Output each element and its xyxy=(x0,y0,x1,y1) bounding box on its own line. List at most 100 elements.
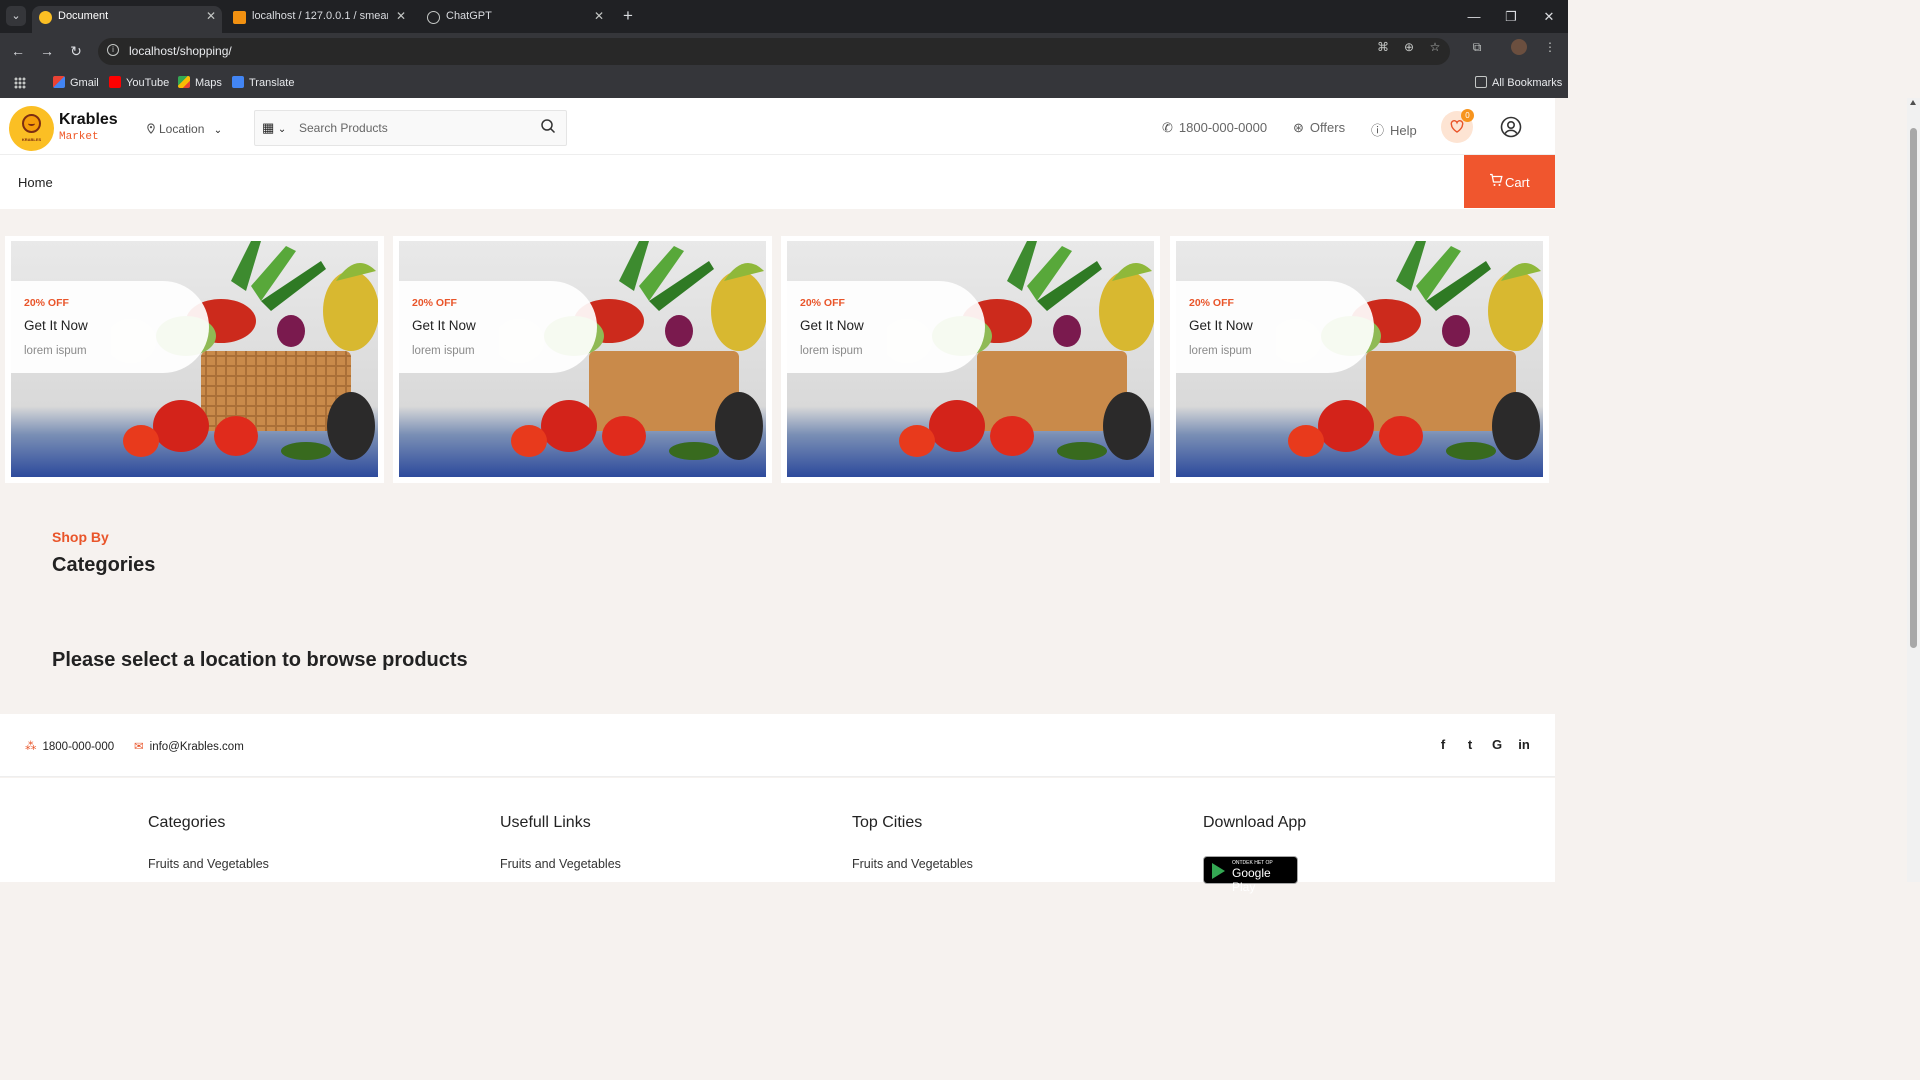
twitter-icon[interactable]: t xyxy=(1461,736,1479,754)
translate-bookmark-icon xyxy=(232,76,244,88)
search-bar: ▦ ⌄ xyxy=(254,110,567,146)
reload-icon[interactable]: ↻ xyxy=(67,41,85,61)
forward-icon[interactable]: → xyxy=(38,41,56,61)
banner-discount: 20% OFF xyxy=(24,297,69,309)
folder-icon xyxy=(1475,76,1487,88)
bookmark-maps[interactable]: Maps xyxy=(178,76,222,91)
footer-phone[interactable]: ⁂ 1800-000-000 xyxy=(25,739,114,753)
promo-banner[interactable]: 20% OFF Get It Now lorem ispum xyxy=(393,236,772,483)
search-icon[interactable] xyxy=(540,118,556,134)
banner-title: Get It Now xyxy=(412,318,476,333)
tab-strip: ⌄ Document ✕ localhost / 127.0.0.1 / sme… xyxy=(0,0,1568,33)
vegetable-basket-image: 20% OFF Get It Now lorem ispum xyxy=(399,241,766,477)
new-tab-button[interactable]: + xyxy=(620,6,636,26)
wishlist-count-badge: 0 xyxy=(1461,109,1474,122)
bookmark-youtube[interactable]: YouTube xyxy=(109,76,169,91)
tab-title: Document xyxy=(58,10,109,22)
close-window-icon[interactable]: ✕ xyxy=(1540,8,1558,26)
location-selector[interactable]: Location ⌄ xyxy=(146,122,222,136)
translate-icon[interactable]: ⌘ xyxy=(1375,39,1391,55)
site-header: KRABLES Krables Market Location ⌄ ▦ ⌄ ✆1… xyxy=(0,98,1555,155)
google-play-icon xyxy=(1212,863,1225,879)
tab-document[interactable]: Document ✕ xyxy=(32,6,222,33)
promo-banner[interactable]: 20% OFF Get It Now lorem ispum xyxy=(1170,236,1549,483)
map-pin-icon xyxy=(147,123,155,134)
account-icon[interactable] xyxy=(1500,116,1522,138)
facebook-icon[interactable]: f xyxy=(1434,736,1452,754)
close-icon[interactable]: ✕ xyxy=(594,6,604,27)
close-icon[interactable]: ✕ xyxy=(396,6,406,27)
scroll-up-icon[interactable] xyxy=(1910,100,1916,105)
section-title: Categories xyxy=(52,554,156,576)
brand-name[interactable]: Krables xyxy=(59,111,118,129)
dialpad-icon: ⁂ xyxy=(25,741,37,753)
google-icon[interactable]: G xyxy=(1488,736,1506,754)
banner-subtitle: lorem ispum xyxy=(412,345,475,357)
profile-avatar[interactable] xyxy=(1511,39,1527,55)
brand-subtitle: Market xyxy=(59,131,99,143)
menu-icon[interactable]: ⋮ xyxy=(1542,39,1558,55)
section-eyebrow: Shop By xyxy=(52,529,109,545)
cart-icon xyxy=(1490,173,1503,186)
minimize-icon[interactable]: — xyxy=(1465,8,1483,26)
tab-chatgpt[interactable]: ChatGPT ✕ xyxy=(420,6,610,33)
banner-title: Get It Now xyxy=(1189,318,1253,333)
scroll-thumb[interactable] xyxy=(1910,128,1917,648)
footer-link[interactable]: Fruits and Vegetables xyxy=(852,857,973,871)
youtube-icon xyxy=(109,76,121,88)
google-play-badge[interactable]: ONTDEK HET OP Google Play xyxy=(1203,856,1298,894)
banner-title: Get It Now xyxy=(24,318,88,333)
phone-icon: ✆ xyxy=(1162,120,1173,135)
chatgpt-icon xyxy=(427,11,440,24)
all-bookmarks[interactable]: All Bookmarks xyxy=(1475,76,1562,91)
zoom-icon[interactable]: ⊕ xyxy=(1401,39,1417,55)
gmail-icon xyxy=(53,76,65,88)
promo-banner[interactable]: 20% OFF Get It Now lorem ispum xyxy=(5,236,384,483)
back-icon[interactable]: ← xyxy=(9,41,27,61)
vegetable-basket-image: 20% OFF Get It Now lorem ispum xyxy=(11,241,378,477)
extensions-icon[interactable]: ⧉ xyxy=(1469,39,1485,55)
cart-button[interactable]: Cart xyxy=(1464,155,1555,208)
logo[interactable]: KRABLES xyxy=(9,106,54,151)
address-bar[interactable]: i localhost/shopping/ xyxy=(98,38,1450,65)
restore-icon[interactable]: ❐ xyxy=(1502,8,1520,26)
tab-title: ChatGPT xyxy=(446,10,492,22)
bookmarks-bar: Gmail YouTube Maps Translate All Bookmar… xyxy=(0,69,1568,98)
url-text[interactable]: localhost/shopping/ xyxy=(129,44,232,58)
offers-link[interactable]: ⊛ Offers xyxy=(1293,120,1345,136)
close-icon[interactable]: ✕ xyxy=(206,6,216,27)
mail-icon: ✉ xyxy=(134,741,144,753)
browser-toolbar: ← → ↻ i localhost/shopping/ ⌘ ⊕ ☆ ⧉ ⋮ xyxy=(0,33,1568,69)
footer-email[interactable]: ✉ info@Krables.com xyxy=(134,739,244,753)
wishlist-button[interactable]: 0 xyxy=(1441,109,1474,143)
banner-subtitle: lorem ispum xyxy=(800,345,863,357)
tab-phpmyadmin[interactable]: localhost / 127.0.0.1 / smeart_d ✕ xyxy=(226,6,412,33)
category-grid-dropdown[interactable]: ▦ ⌄ xyxy=(262,120,286,136)
tab-search-button[interactable]: ⌄ xyxy=(6,6,26,26)
offers-icon: ⊛ xyxy=(1293,120,1304,135)
bookmark-translate[interactable]: Translate xyxy=(232,76,294,91)
banner-title: Get It Now xyxy=(800,318,864,333)
site-info-icon[interactable]: i xyxy=(107,44,119,56)
banner-discount: 20% OFF xyxy=(1189,297,1234,309)
banner-discount: 20% OFF xyxy=(412,297,457,309)
footer-contact-bar: ⁂ 1800-000-000 ✉ info@Krables.com f t G in xyxy=(0,714,1555,777)
empty-state-message: Please select a location to browse produ… xyxy=(52,649,468,671)
footer-link[interactable]: Fruits and Vegetables xyxy=(500,857,621,871)
footer-col-title: Usefull Links xyxy=(500,814,591,831)
footer-link[interactable]: Fruits and Vegetables xyxy=(148,857,269,871)
banner-discount: 20% OFF xyxy=(800,297,845,309)
linkedin-icon[interactable]: in xyxy=(1515,736,1533,754)
browser-chrome: ⌄ Document ✕ localhost / 127.0.0.1 / sme… xyxy=(0,0,1568,98)
help-icon: ⓘ xyxy=(1371,123,1385,138)
phone-link[interactable]: ✆ 1800-000-0000 xyxy=(1162,120,1267,136)
bookmark-star-icon[interactable]: ☆ xyxy=(1427,39,1443,55)
page-scrollbar[interactable] xyxy=(1907,98,1920,882)
nav-home[interactable]: Home xyxy=(18,175,53,190)
apps-icon[interactable] xyxy=(14,77,26,89)
help-link[interactable]: ⓘ Help xyxy=(1371,120,1417,139)
promo-banner[interactable]: 20% OFF Get It Now lorem ispum xyxy=(781,236,1160,483)
search-input[interactable] xyxy=(299,117,529,139)
bookmark-gmail[interactable]: Gmail xyxy=(53,76,99,91)
logo-mascot-icon xyxy=(22,114,41,133)
